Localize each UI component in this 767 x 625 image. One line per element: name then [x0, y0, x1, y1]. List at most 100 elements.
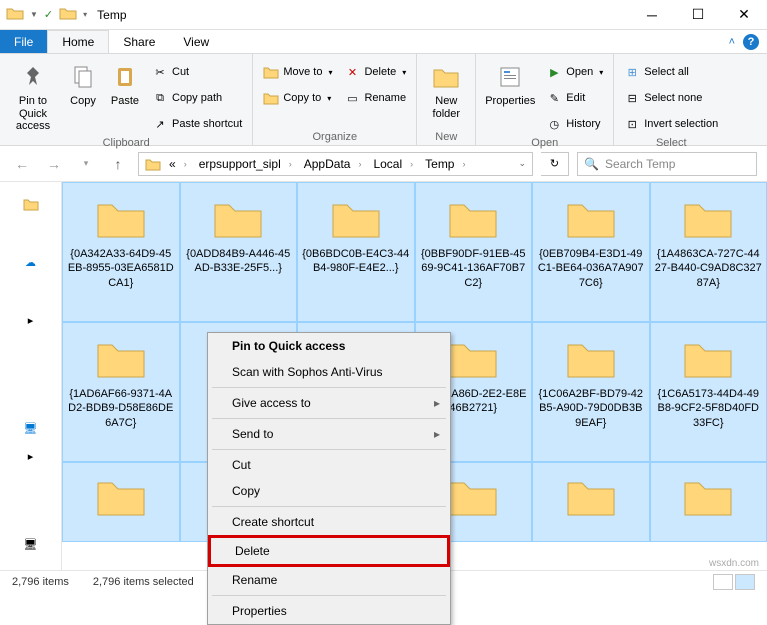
folder-item[interactable]: {0BBF90DF-91EB-4569-9C41-136AF70B7C2} [415, 182, 533, 322]
checkbox-icon[interactable]: ✓ [44, 8, 53, 21]
search-input[interactable]: 🔍 Search Temp [577, 152, 757, 176]
edit-button[interactable]: ✎Edit [542, 87, 607, 109]
history-button[interactable]: ◷History [542, 113, 607, 135]
group-clipboard-label: Clipboard [6, 135, 246, 151]
navpane-item[interactable]: ▸ [0, 306, 61, 334]
ctx-delete[interactable]: Delete [208, 535, 450, 567]
folder-item[interactable]: {1C6A5173-44D4-49B8-9CF2-5F8D40FD33FC} [650, 322, 767, 462]
copy-to-button[interactable]: Copy to▾ [259, 87, 336, 109]
properties-button[interactable]: Properties [482, 57, 538, 135]
ctx-properties[interactable]: Properties [208, 598, 450, 624]
breadcrumb-dropdown-icon[interactable]: ⌄ [512, 158, 532, 169]
paste-button[interactable]: Paste [106, 57, 144, 135]
chevron-right-icon: ▸ [434, 427, 440, 441]
nav-recent-button[interactable]: ▾ [74, 152, 98, 176]
window-title: Temp [97, 8, 126, 22]
nav-forward-button[interactable]: → [42, 152, 66, 176]
folder-item[interactable]: {1AD6AF66-9371-4AD2-BDB9-D58E86DE6A7C} [62, 322, 180, 462]
breadcrumb[interactable]: «› erpsupport_sipl› AppData› Local› Temp… [138, 152, 533, 176]
tab-view[interactable]: View [169, 30, 223, 53]
select-none-icon: ⊟ [624, 90, 640, 106]
copy-path-button[interactable]: ⧉Copy path [148, 87, 246, 109]
move-to-icon [263, 64, 279, 80]
edit-icon: ✎ [546, 90, 562, 106]
scissors-icon: ✂ [152, 64, 168, 80]
group-select-label: Select [620, 135, 722, 151]
ribbon-tabs: File Home Share View ˄ ? [0, 30, 767, 54]
select-all-icon: ⊞ [624, 64, 640, 80]
navpane-item[interactable] [0, 190, 61, 218]
new-folder-button[interactable]: New folder [423, 57, 469, 129]
paste-shortcut-button[interactable]: ↗Paste shortcut [148, 113, 246, 135]
folder-item[interactable]: {1A4863CA-727C-4427-B440-C9AD8C32787A} [650, 182, 767, 322]
history-icon: ◷ [546, 116, 562, 132]
minimize-button[interactable]: ─ [629, 0, 675, 30]
crumb-2[interactable]: Local› [367, 153, 419, 175]
chevron-right-icon: ▸ [434, 396, 440, 410]
select-all-button[interactable]: ⊞Select all [620, 61, 722, 83]
navpane-item[interactable]: 🖥 [0, 530, 61, 558]
tab-share[interactable]: Share [109, 30, 169, 53]
crumb-3[interactable]: Temp› [419, 153, 471, 175]
properties-icon [494, 61, 526, 93]
dropdown-icon[interactable]: ▼ [30, 10, 38, 19]
ctx-cut[interactable]: Cut [208, 452, 450, 478]
folder-item[interactable] [650, 462, 767, 542]
invert-selection-button[interactable]: ⊡Invert selection [620, 113, 722, 135]
ctx-scan[interactable]: Scan with Sophos Anti-Virus [208, 359, 450, 385]
crumb-1[interactable]: AppData› [298, 153, 368, 175]
title-bar: ▼ ✓ ▾ Temp ─ ☐ ✕ [0, 0, 767, 30]
folder-item[interactable] [62, 462, 180, 542]
ctx-create-shortcut[interactable]: Create shortcut [208, 509, 450, 535]
view-details-button[interactable] [713, 574, 733, 590]
qat-dropdown-icon[interactable]: ▾ [83, 10, 87, 19]
collapse-ribbon-icon[interactable]: ˄ [729, 36, 735, 48]
copy-icon [67, 61, 99, 93]
delete-icon: ✕ [344, 64, 360, 80]
context-menu: Pin to Quick access Scan with Sophos Ant… [207, 332, 451, 625]
copy-to-icon [263, 90, 279, 106]
folder-item[interactable]: {0ADD84B9-A446-45AD-B33E-25F5...} [180, 182, 298, 322]
refresh-button[interactable]: ↻ [541, 152, 569, 176]
navpane-item[interactable]: ☁ [0, 248, 61, 276]
move-to-button[interactable]: Move to▾ [259, 61, 336, 83]
tab-file[interactable]: File [0, 30, 47, 53]
close-button[interactable]: ✕ [721, 0, 767, 30]
nav-back-button[interactable]: ← [10, 152, 34, 176]
navigation-pane[interactable]: ☁ ▸ 🖥 ▸ 🖥 [0, 182, 62, 570]
cut-button[interactable]: ✂Cut [148, 61, 246, 83]
crumb-0[interactable]: erpsupport_sipl› [193, 153, 298, 175]
select-none-button[interactable]: ⊟Select none [620, 87, 722, 109]
group-new-label: New [423, 129, 469, 145]
copy-path-icon: ⧉ [152, 90, 168, 106]
ctx-send-to[interactable]: Send to▸ [208, 421, 450, 447]
navpane-item[interactable]: 🖥 [0, 414, 61, 442]
maximize-button[interactable]: ☐ [675, 0, 721, 30]
rename-button[interactable]: ▭Rename [340, 87, 410, 109]
delete-button[interactable]: ✕Delete▾ [340, 61, 410, 83]
invert-icon: ⊡ [624, 116, 640, 132]
folder-item[interactable]: {0EB709B4-E3D1-49C1-BE64-036A7A9077C6} [532, 182, 650, 322]
tab-home[interactable]: Home [47, 30, 109, 53]
shortcut-icon: ↗ [152, 116, 168, 132]
view-icons-button[interactable] [735, 574, 755, 590]
folder-item[interactable]: {0A342A33-64D9-45EB-8955-03EA6581DCA1} [62, 182, 180, 322]
ctx-pin[interactable]: Pin to Quick access [208, 333, 450, 359]
folder-item[interactable]: {0B6BDC0B-E4C3-44B4-980F-E4E2...} [297, 182, 415, 322]
folder-item[interactable] [532, 462, 650, 542]
watermark: wsxdn.com [709, 558, 759, 569]
help-icon[interactable]: ? [743, 34, 759, 50]
open-button[interactable]: ▶Open▾ [542, 61, 607, 83]
folder-item[interactable]: {1C06A2BF-BD79-42B5-A90D-79D0DB3B9EAF} [532, 322, 650, 462]
ctx-rename[interactable]: Rename [208, 567, 450, 593]
ctx-copy[interactable]: Copy [208, 478, 450, 504]
pin-button[interactable]: Pin to Quick access [6, 57, 60, 135]
copy-button[interactable]: Copy [64, 57, 102, 135]
ribbon: Pin to Quick access Copy Paste ✂Cut ⧉Cop… [0, 54, 767, 146]
ctx-give-access[interactable]: Give access to▸ [208, 390, 450, 416]
nav-up-button[interactable]: ↑ [106, 152, 130, 176]
status-item-count: 2,796 items [12, 576, 69, 588]
new-folder-icon [430, 61, 462, 93]
navpane-item[interactable]: ▸ [0, 442, 61, 470]
pin-icon [17, 61, 49, 93]
